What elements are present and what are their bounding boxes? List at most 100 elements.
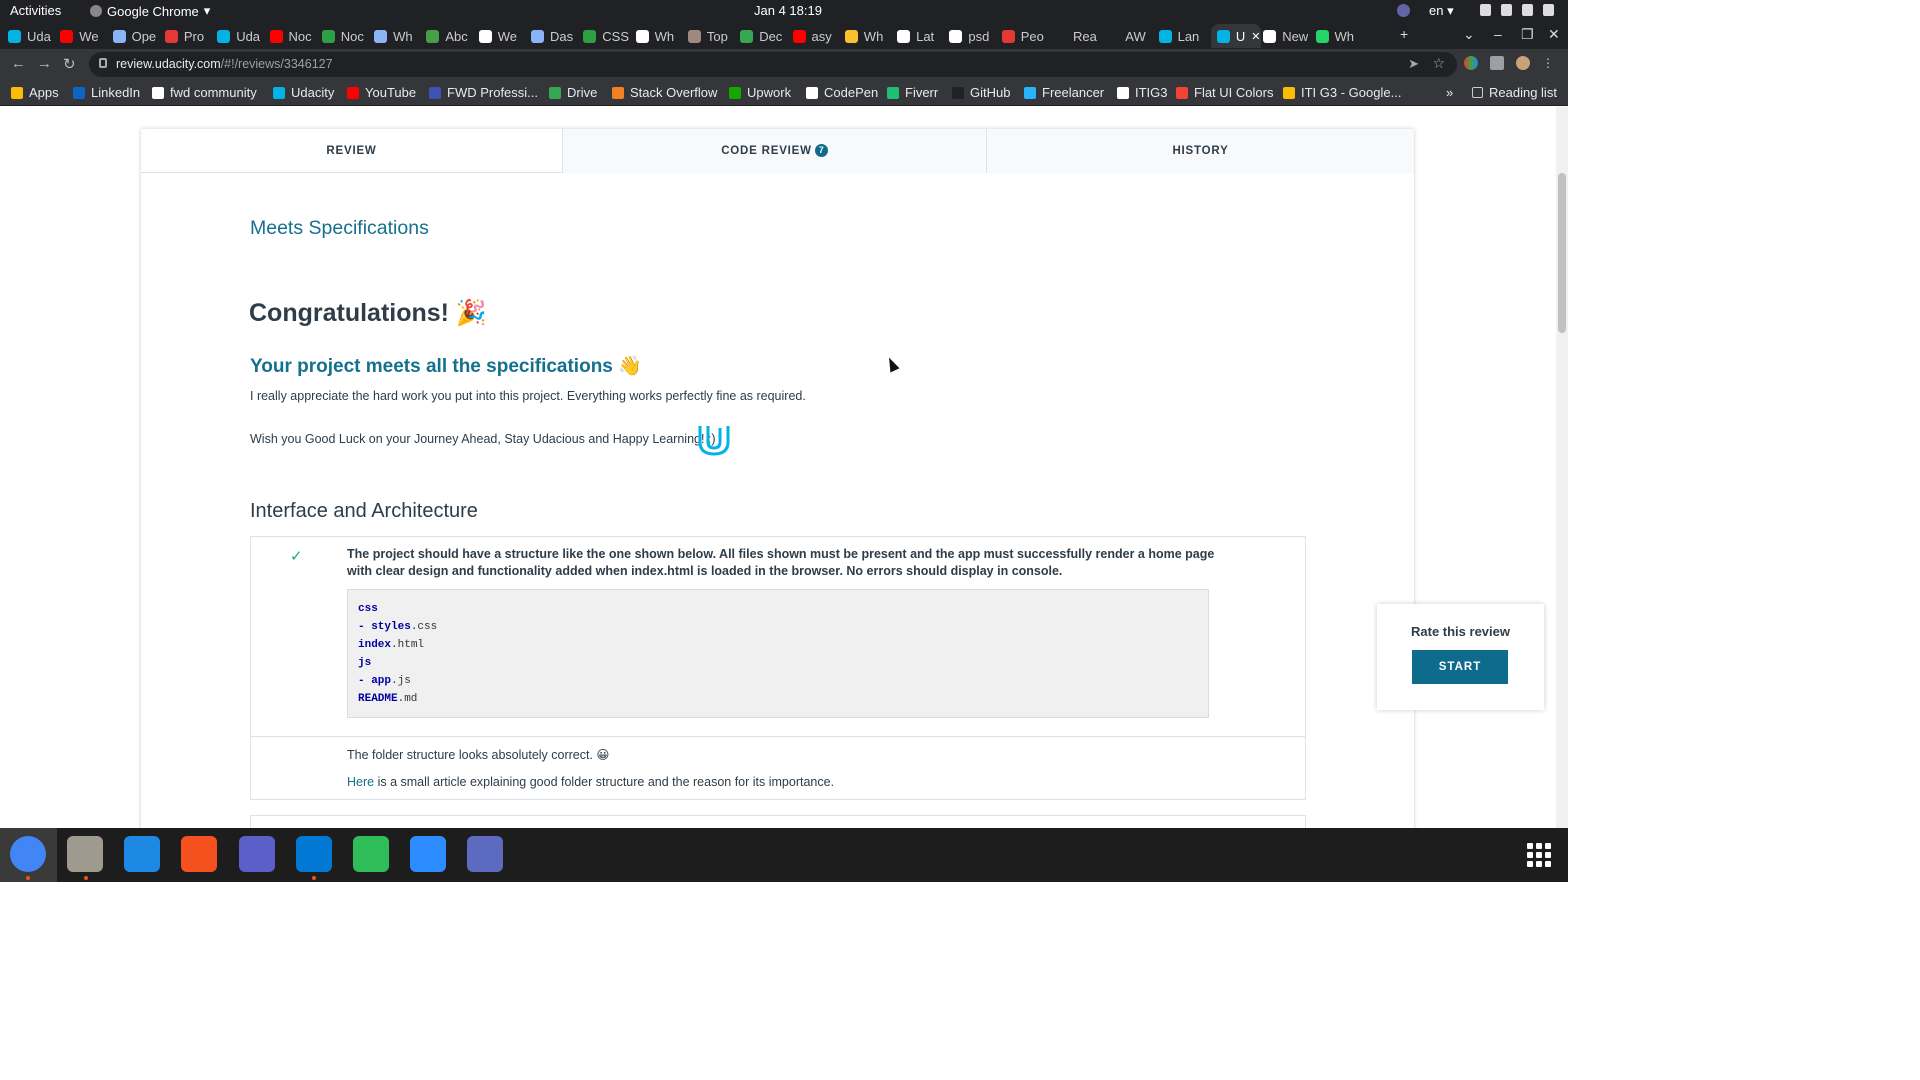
browser-tab[interactable]: Uda <box>8 24 54 48</box>
url-text[interactable]: review.udacity.com/#!/reviews/3346127 <box>116 57 333 71</box>
rate-title: Rate this review <box>1411 624 1510 639</box>
reload-icon[interactable]: ↻ <box>63 55 76 73</box>
chrome-icon[interactable] <box>10 836 46 872</box>
bookmark-item[interactable]: FWD Professi... <box>429 85 538 100</box>
bookmark-item[interactable]: YouTube <box>347 85 416 100</box>
browser-tab[interactable]: Wh <box>374 24 420 48</box>
atom-icon[interactable] <box>353 836 389 872</box>
browser-tab[interactable]: U ✕ <box>1210 24 1261 48</box>
reading-list-button[interactable]: Reading list <box>1472 85 1557 100</box>
bookmark-item[interactable]: LinkedIn <box>73 85 140 100</box>
browser-tab[interactable]: Lan <box>1158 24 1205 48</box>
teams-tray-icon[interactable] <box>1397 4 1410 17</box>
bookmark-item[interactable]: fwd community <box>152 85 257 100</box>
extensions-puzzle-icon[interactable] <box>1490 56 1504 70</box>
tab-title: Das <box>550 28 574 44</box>
browser-tab[interactable]: Peo <box>1001 24 1048 48</box>
send-tab-icon[interactable]: ➤ <box>1408 56 1419 72</box>
browser-tab[interactable]: Noc <box>269 24 316 48</box>
activities-button[interactable]: Activities <box>10 3 61 18</box>
page-scrollbar[interactable] <box>1556 107 1568 828</box>
bookmark-item[interactable]: Udacity <box>273 85 334 100</box>
back-icon[interactable]: ← <box>11 55 26 72</box>
browser-tab[interactable]: Lat <box>897 24 943 48</box>
congrats-heading: Congratulations! 🎉 <box>249 299 488 327</box>
browser-tab[interactable]: Abc <box>426 24 472 48</box>
more-bookmarks-icon[interactable]: » <box>1446 85 1453 100</box>
browser-tab[interactable]: We <box>60 24 106 48</box>
criterion-block: ✓ The project should have a structure li… <box>250 536 1306 800</box>
browser-tab[interactable]: Wh <box>1315 24 1362 48</box>
bookmark-item[interactable]: Freelancer <box>1024 85 1104 100</box>
clock[interactable]: Jan 4 18:19 <box>754 3 822 18</box>
bookmark-item[interactable]: Apps <box>11 85 59 100</box>
tab-search-icon[interactable]: ⌄ <box>1463 26 1475 43</box>
dock <box>0 828 1568 882</box>
address-bar[interactable]: review.udacity.com/#!/reviews/3346127 ➤ … <box>89 52 1457 77</box>
bookmark-item[interactable]: Stack Overflow <box>612 85 717 100</box>
here-link[interactable]: Here <box>347 775 374 789</box>
maximize-icon[interactable]: ❐ <box>1521 26 1534 43</box>
language-indicator[interactable]: en ▾ <box>1429 3 1454 19</box>
browser-tab[interactable]: New <box>1263 24 1309 48</box>
tab-code-review[interactable]: CODE REVIEW 7 <box>562 129 986 173</box>
browser-tab[interactable]: Wh <box>635 24 682 48</box>
lock-icon[interactable] <box>99 58 107 68</box>
minimize-icon[interactable]: – <box>1494 26 1502 42</box>
bookmark-item[interactable]: Flat UI Colors <box>1176 85 1273 100</box>
scrollbar-thumb[interactable] <box>1558 173 1566 333</box>
tab-title: Pro <box>183 28 205 44</box>
bookmark-item[interactable]: ITI G3 - Google... <box>1283 85 1401 100</box>
chrome-menu-icon[interactable]: ⋮ <box>1542 56 1554 70</box>
tab-favicon-icon <box>1054 29 1067 43</box>
bookmark-favicon-icon <box>952 86 964 99</box>
close-window-icon[interactable]: ✕ <box>1548 26 1560 43</box>
browser-tab[interactable]: CSS <box>583 24 629 48</box>
show-applications-icon[interactable] <box>1527 843 1551 867</box>
bookmark-item[interactable]: Fiverr <box>887 85 938 100</box>
screenshot-icon[interactable] <box>467 836 503 872</box>
browser-tab[interactable]: We <box>478 24 525 48</box>
bookmark-favicon-icon <box>806 86 818 99</box>
bookmark-star-icon[interactable]: ☆ <box>1432 55 1445 72</box>
app-menu[interactable]: Google Chrome ▾ <box>90 3 210 19</box>
vscode-icon[interactable] <box>296 836 332 872</box>
zoom-icon[interactable] <box>410 836 446 872</box>
browser-tab[interactable]: Noc <box>321 24 368 48</box>
browser-tab[interactable]: Rea <box>1054 24 1100 48</box>
new-tab-icon[interactable]: + <box>1400 26 1408 42</box>
bookmark-item[interactable]: Drive <box>549 85 597 100</box>
browser-tab[interactable]: Top <box>687 24 734 48</box>
bookmark-item[interactable]: CodePen <box>806 85 878 100</box>
start-rating-button[interactable]: START <box>1412 650 1508 684</box>
browser-tab[interactable]: Dec <box>740 24 786 48</box>
tab-review[interactable]: REVIEW <box>141 129 562 173</box>
close-tab-icon[interactable]: ✕ <box>1251 30 1260 43</box>
app-name: Google Chrome <box>107 3 199 19</box>
tab-history[interactable]: HISTORY <box>986 129 1414 173</box>
browser-tab[interactable]: psd <box>949 24 995 48</box>
browser-tab[interactable]: Pro <box>164 24 211 48</box>
code-block: css - styles.css index.html js - app.js READM… <box>347 589 1209 718</box>
teams-icon[interactable] <box>239 836 275 872</box>
color-picker-extension-icon[interactable] <box>1464 56 1478 70</box>
system-tray[interactable] <box>1480 4 1554 16</box>
code-line: index.html <box>358 639 425 651</box>
bookmark-item[interactable]: Upwork <box>729 85 791 100</box>
bookmark-label: ITIG3 <box>1135 85 1168 100</box>
browser-tab[interactable]: Ope <box>112 24 159 48</box>
browser-tab[interactable]: Das <box>531 24 577 48</box>
bookmark-item[interactable]: ITIG3 <box>1117 85 1168 100</box>
browser-tab[interactable]: Wh <box>844 24 891 48</box>
app-center-icon[interactable] <box>181 836 217 872</box>
browser-tab[interactable]: asy <box>792 24 839 48</box>
browser-tab[interactable]: AW <box>1106 24 1152 48</box>
files-icon[interactable] <box>67 836 103 872</box>
writer-icon[interactable] <box>124 836 160 872</box>
forward-icon[interactable]: → <box>37 55 52 72</box>
reviewer-comment-link-line: Here is a small article explaining good … <box>347 775 835 789</box>
bookmark-item[interactable]: GitHub <box>952 85 1010 100</box>
browser-tab[interactable]: Uda <box>217 24 263 48</box>
system-top-bar: Activities Google Chrome ▾ Jan 4 18:19 e… <box>0 0 1568 22</box>
profile-avatar[interactable] <box>1516 56 1530 70</box>
